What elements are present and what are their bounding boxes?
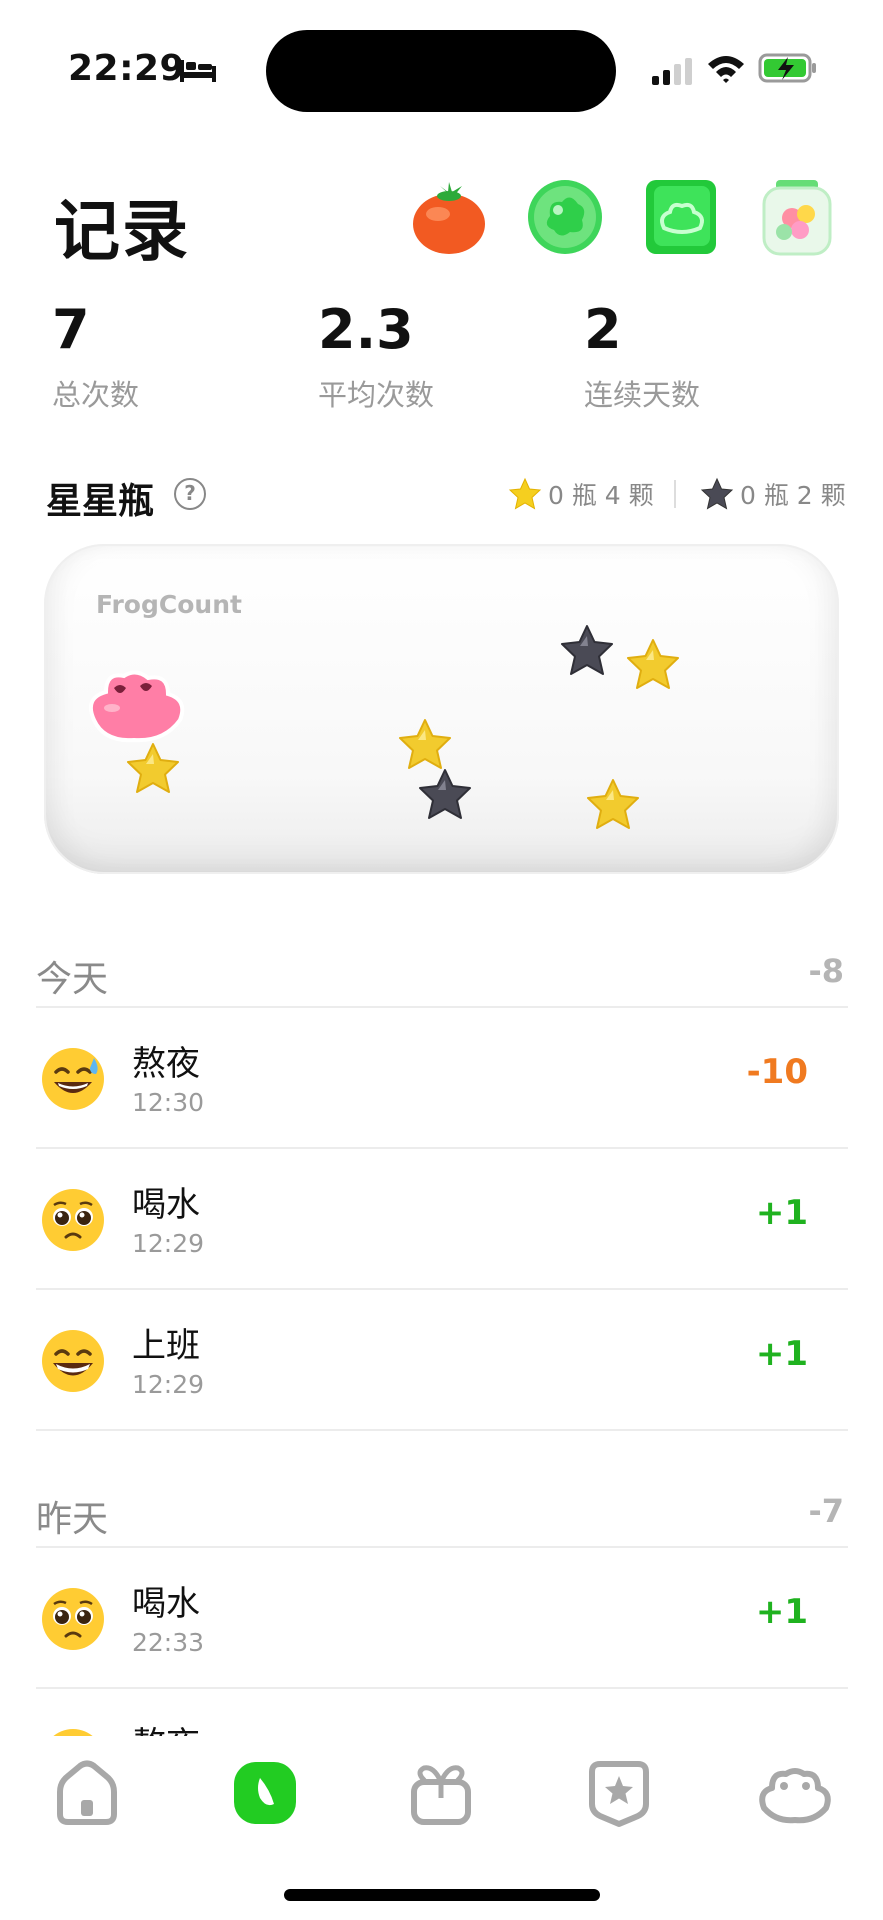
gold-star [587, 779, 639, 829]
tomato-icon[interactable] [408, 176, 490, 258]
signal-icon [652, 58, 692, 85]
stat-value: 2.3 [318, 298, 414, 361]
record-icon[interactable] [230, 1758, 300, 1828]
dynamic-island [266, 30, 616, 112]
row-time: 22:33 [132, 1628, 205, 1657]
wifi-icon [708, 56, 744, 83]
stat-total-count: 7 总次数 [52, 298, 139, 414]
row-time: 12:29 [132, 1370, 205, 1399]
gold-star-icon [508, 477, 542, 510]
section-header-yesterday: 昨天 -7 [36, 1478, 848, 1548]
green-blob-icon[interactable] [524, 176, 606, 258]
bed-icon [180, 60, 216, 82]
list-item[interactable]: 上班 12:29 +1 [36, 1290, 848, 1431]
star-badge-icon[interactable] [584, 1758, 654, 1828]
gift-icon[interactable] [406, 1758, 476, 1828]
row-title: 上班 [132, 1326, 200, 1366]
gold-star-count: 0 瓶 4 颗 [508, 476, 654, 512]
stat-average-count: 2.3 平均次数 [318, 298, 434, 414]
page-title: 记录 [54, 193, 190, 270]
row-title: 熬夜 [132, 1044, 200, 1084]
list-item[interactable]: 熬夜 12:30 -10 [36, 1008, 848, 1149]
stat-value: 7 [52, 298, 90, 361]
row-title: 喝水 [132, 1185, 200, 1225]
jar-brand: FrogCount [96, 590, 242, 619]
battery-charging-icon [758, 53, 816, 83]
frog-icon[interactable] [758, 1758, 832, 1828]
section-header-today: 今天 -8 [36, 938, 848, 1008]
stat-label: 平均次数 [318, 378, 435, 412]
gold-star [127, 743, 179, 793]
green-frog-card-icon[interactable] [640, 176, 722, 258]
pleading-emoji [42, 1588, 104, 1650]
section-label: 今天 [36, 959, 109, 1000]
home-indicator [284, 1889, 600, 1901]
dark-star-icon [700, 477, 734, 510]
section-total: -8 [808, 952, 844, 990]
divider [674, 480, 676, 508]
stat-value: 2 [584, 298, 622, 361]
row-value: +1 [755, 1334, 808, 1374]
row-title: 喝水 [132, 1584, 200, 1624]
dark-star-count-text: 0 瓶 2 颗 [740, 481, 846, 510]
list-item[interactable]: 喝水 22:33 +1 [36, 1548, 848, 1689]
candy-jar-icon[interactable] [756, 176, 838, 258]
row-value: -10 [746, 1052, 808, 1092]
stat-label: 总次数 [52, 378, 140, 412]
list-item[interactable]: 喝水 12:29 +1 [36, 1149, 848, 1290]
gold-star-count-text: 0 瓶 4 颗 [548, 481, 654, 510]
gold-star [627, 639, 679, 689]
star-jar-title: 星星瓶 [46, 481, 155, 522]
help-icon[interactable]: ? [174, 478, 206, 510]
dark-star-count: 0 瓶 2 颗 [700, 476, 846, 512]
sweat-smile-emoji [42, 1048, 104, 1110]
status-bar: 22:29 [0, 0, 883, 140]
row-time: 12:29 [132, 1229, 205, 1258]
pink-frog-icon [89, 670, 185, 743]
stat-label: 连续天数 [584, 378, 701, 412]
section-total: -7 [808, 1492, 844, 1530]
status-time: 22:29 [68, 48, 186, 89]
grin-emoji [42, 1330, 104, 1392]
dark-star [419, 769, 471, 819]
dark-star [561, 625, 613, 675]
stat-streak-days: 2 连续天数 [584, 298, 700, 414]
home-icon[interactable] [52, 1758, 122, 1828]
row-time: 12:30 [132, 1088, 205, 1117]
row-value: +1 [755, 1193, 808, 1233]
row-value: +1 [755, 1592, 808, 1632]
section-label: 昨天 [36, 1499, 109, 1540]
pleading-emoji [42, 1189, 104, 1251]
